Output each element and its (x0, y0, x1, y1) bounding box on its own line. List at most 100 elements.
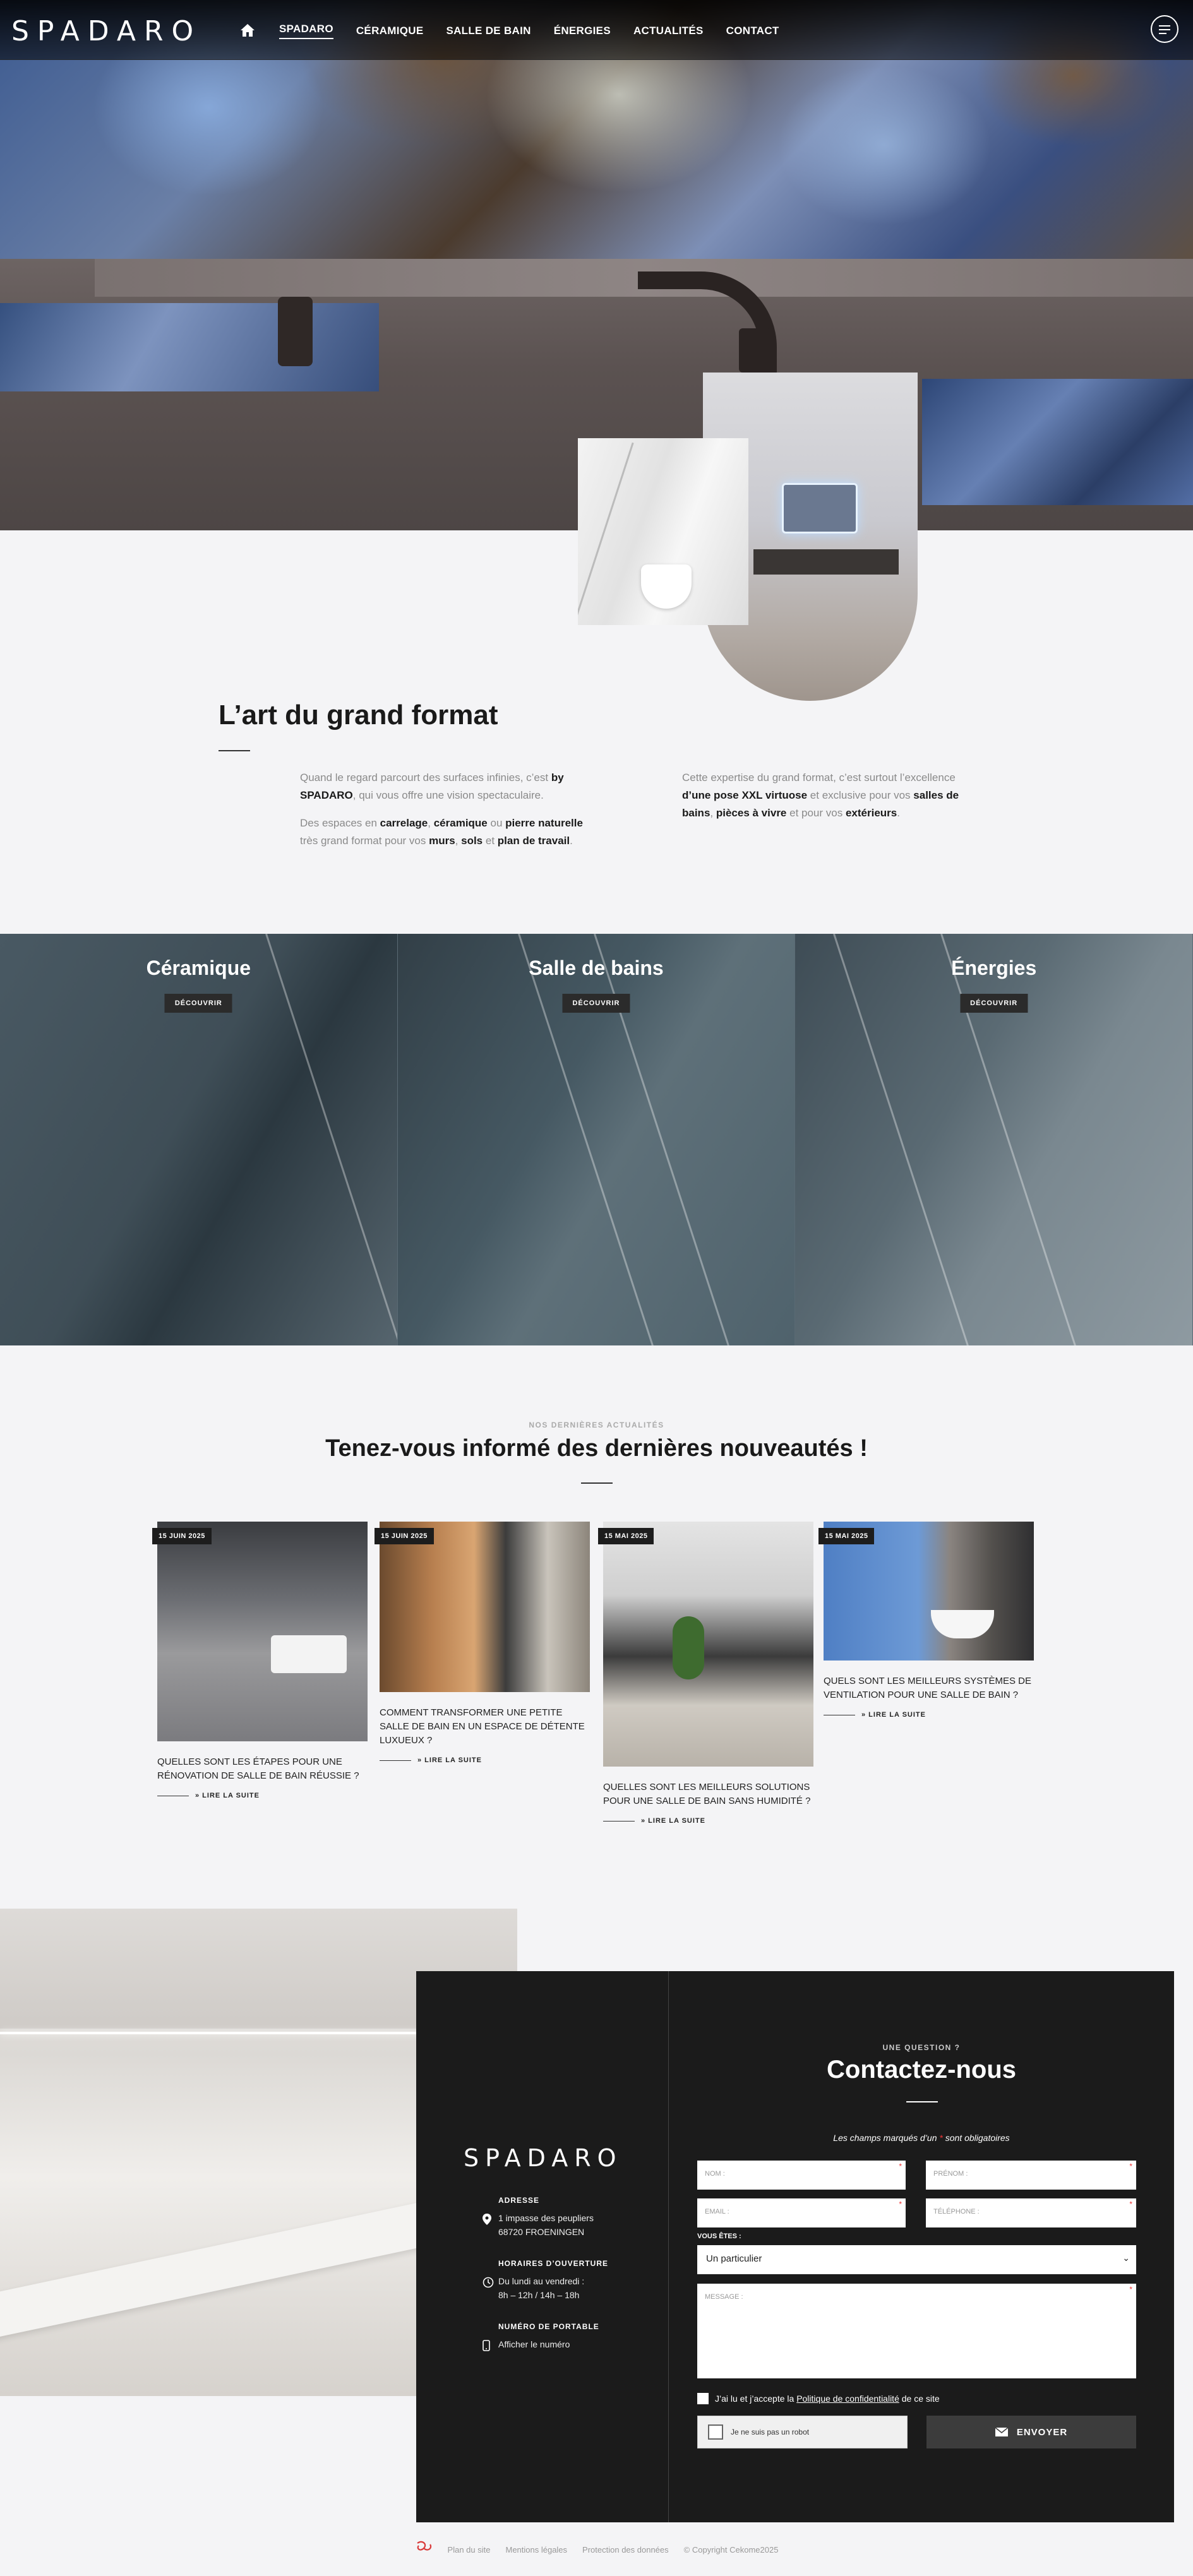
news-image[interactable] (157, 1522, 368, 1741)
chevron-down-icon: ⌄ (1122, 2253, 1130, 2263)
toilet (641, 564, 692, 609)
consent-label: J’ai lu et j’accepte la Politique de con… (715, 2394, 940, 2404)
category-title: Salle de bains (529, 957, 664, 979)
soap-dispenser (278, 297, 313, 366)
read-more-link[interactable]: » LIRE LA SUITE (380, 1756, 590, 1764)
send-button[interactable]: ENVOYER (926, 2416, 1136, 2448)
home-icon[interactable] (240, 23, 256, 39)
read-more-link[interactable]: » LIRE LA SUITE (603, 1817, 813, 1825)
hero-marble-left (0, 303, 379, 391)
nav-energies[interactable]: ÉNERGIES (554, 25, 611, 37)
nav-contact[interactable]: CONTACT (726, 25, 779, 37)
hours-label: HORAIRES D’OUVERTURE (498, 2259, 609, 2268)
footer-link-legal[interactable]: Mentions légales (505, 2545, 567, 2555)
vanity (753, 549, 899, 575)
led-mirror (782, 483, 858, 534)
nav-salle-de-bain[interactable]: SALLE DE BAIN (446, 25, 531, 37)
news-divider (581, 1482, 613, 1484)
contact-title: Contactez-nous (827, 2056, 1016, 2084)
news-card-title[interactable]: QUELLES SONT LES MEILLEURS SOLUTIONS POU… (603, 1780, 813, 1808)
address-label: ADRESSE (498, 2196, 540, 2205)
consent-checkbox[interactable]: J’ai lu et j’accepte la Politique de con… (697, 2393, 940, 2404)
contact-panel: SPADARO ADRESSE 1 impasse des peupliers … (416, 1971, 1174, 2522)
category-title: Énergies (951, 957, 1037, 979)
nav-actualites[interactable]: ACTUALITÉS (633, 25, 704, 37)
address-line: 1 impasse des peupliers (498, 2213, 594, 2223)
news-image[interactable] (603, 1522, 813, 1767)
intro-photo-toilet (578, 438, 748, 625)
contact-divider (906, 2101, 938, 2102)
vous-etes-label: VOUS ÊTES : (697, 2233, 741, 2240)
discover-button[interactable]: DÉCOUVRIR (960, 994, 1028, 1013)
nav-ceramique[interactable]: CÉRAMIQUE (356, 25, 424, 37)
news-card[interactable]: 15 JUIN 2025 QUELLES SONT LES ÉTAPES POU… (152, 1522, 368, 1799)
category-title: Céramique (146, 957, 251, 979)
captcha-label: Je ne suis pas un robot (731, 2428, 810, 2436)
hero-marble-right (922, 379, 1193, 505)
category-tiles: Céramique DÉCOUVRIR Salle de bains DÉCOU… (0, 934, 1193, 1345)
news-card-title[interactable]: QUELS SONT LES MEILLEURS SYSTÈMES DE VEN… (824, 1674, 1034, 1702)
nav-spadaro[interactable]: SPADARO (279, 23, 333, 39)
prenom-field[interactable]: PRÉNOM : * (926, 2161, 1136, 2190)
vous-etes-select[interactable]: Un particulier ⌄ (697, 2245, 1136, 2274)
hours-days: Du lundi au vendredi : (498, 2276, 585, 2286)
hours-times: 8h – 12h / 14h – 18h (498, 2290, 580, 2300)
news-date: 15 MAI 2025 (598, 1528, 654, 1544)
address-block: ADRESSE 1 impasse des peupliers 68720 FR… (483, 2196, 594, 2239)
phone-block: NUMÉRO DE PORTABLE Afficher le numéro (483, 2322, 599, 2351)
intro-column-1: Quand le regard parcourt des surfaces in… (300, 769, 603, 860)
intro-paragraph-1: Quand le regard parcourt des surfaces in… (300, 772, 564, 801)
contact-kicker: UNE QUESTION ? (882, 2043, 961, 2052)
category-ceramique[interactable]: Céramique DÉCOUVRIR (0, 934, 398, 1345)
menu-icon[interactable] (1151, 15, 1178, 43)
news-card-title[interactable]: QUELLES SONT LES ÉTAPES POUR UNE RÉNOVAT… (157, 1755, 368, 1783)
site-footer: Plan du site Mentions légales Protection… (0, 2541, 1193, 2558)
checkbox[interactable] (697, 2393, 709, 2404)
discover-button[interactable]: DÉCOUVRIR (164, 994, 232, 1013)
nom-field[interactable]: NOM : * (697, 2161, 906, 2190)
intro-divider (219, 750, 250, 751)
footer-link-privacy[interactable]: Protection des données (582, 2545, 669, 2555)
cekome-logo-icon[interactable] (415, 2541, 433, 2558)
mobile-phone-icon (483, 2340, 490, 2354)
intro-title: L’art du grand format (219, 700, 498, 730)
news-card-title[interactable]: COMMENT TRANSFORMER UNE PETITE SALLE DE … (380, 1706, 590, 1748)
category-salle-de-bains[interactable]: Salle de bains DÉCOUVRIR (397, 934, 796, 1345)
news-date: 15 JUIN 2025 (375, 1528, 434, 1544)
captcha-checkbox[interactable] (708, 2424, 723, 2440)
email-field[interactable]: EMAIL : * (697, 2198, 906, 2227)
address-city: 68720 FROENINGEN (498, 2227, 585, 2237)
map-pin-icon (483, 2214, 491, 2228)
news-card[interactable]: 15 MAI 2025 QUELS SONT LES MEILLEURS SYS… (818, 1522, 1034, 1719)
footer-link-sitemap[interactable]: Plan du site (448, 2545, 491, 2555)
news-date: 15 JUIN 2025 (152, 1528, 212, 1544)
envelope-icon (995, 2428, 1008, 2436)
category-energies[interactable]: Énergies DÉCOUVRIR (795, 934, 1193, 1345)
required-fields-note: Les champs marqués d’un * sont obligatoi… (833, 2133, 1010, 2143)
site-logo[interactable]: SPADARO (11, 15, 201, 47)
privacy-policy-link[interactable]: Politique de confidentialité (796, 2394, 899, 2404)
site-header: SPADARO SPADARO CÉRAMIQUE SALLE DE BAIN … (0, 0, 1193, 60)
hours-block: HORAIRES D’OUVERTURE Du lundi au vendred… (483, 2259, 609, 2302)
phone-label: NUMÉRO DE PORTABLE (498, 2322, 599, 2331)
recaptcha-widget[interactable]: Je ne suis pas un robot (697, 2416, 908, 2448)
copyright: © Copyright Cekome2025 (683, 2544, 779, 2555)
telephone-field[interactable]: TÉLÉPHONE : * (926, 2198, 1136, 2227)
message-field[interactable]: MESSAGE : * (697, 2284, 1136, 2378)
read-more-link[interactable]: » LIRE LA SUITE (157, 1792, 368, 1799)
news-date: 15 MAI 2025 (818, 1528, 875, 1544)
show-phone-link[interactable]: Afficher le numéro (498, 2337, 599, 2351)
clock-icon (483, 2277, 494, 2291)
faucet-base (739, 328, 770, 373)
news-image[interactable] (380, 1522, 590, 1692)
footer-logo: SPADARO (464, 2144, 623, 2172)
main-nav: SPADARO CÉRAMIQUE SALLE DE BAIN ÉNERGIES… (240, 23, 779, 39)
news-title: Tenez-vous informé des dernières nouveau… (325, 1435, 868, 1462)
news-card[interactable]: 15 JUIN 2025 COMMENT TRANSFORMER UNE PET… (375, 1522, 590, 1764)
read-more-link[interactable]: » LIRE LA SUITE (824, 1711, 1034, 1719)
intro-column-2: Cette expertise du grand format, c’est s… (682, 769, 985, 832)
intro-paragraph-3: Cette expertise du grand format, c’est s… (682, 772, 959, 819)
news-card[interactable]: 15 MAI 2025 QUELLES SONT LES MEILLEURS S… (598, 1522, 813, 1825)
news-kicker: NOS DERNIÈRES ACTUALITÉS (529, 1421, 664, 1429)
discover-button[interactable]: DÉCOUVRIR (562, 994, 630, 1013)
